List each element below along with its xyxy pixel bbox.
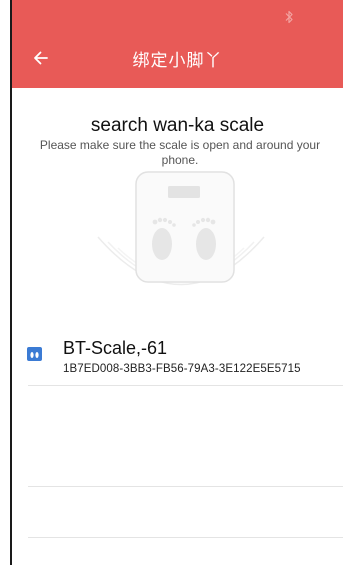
app-header: 绑定小脚丫 bbox=[12, 28, 343, 88]
device-list-item[interactable]: BT-Scale,-61 1B7ED008-3BB3-FB56-79A3-3E1… bbox=[12, 335, 343, 385]
list-divider bbox=[28, 486, 343, 487]
bluetooth-icon bbox=[285, 10, 293, 24]
device-name: BT-Scale,-61 bbox=[63, 338, 168, 358]
search-title: search wan-ka scale bbox=[90, 115, 265, 136]
list-divider bbox=[28, 385, 343, 386]
status-bar bbox=[12, 0, 343, 28]
scale-device-icon bbox=[27, 347, 42, 361]
scale-illustration bbox=[97, 171, 265, 286]
list-divider bbox=[28, 537, 343, 538]
page-title: 绑定小脚丫 bbox=[132, 51, 223, 70]
device-uuid: 1B7ED008-3BB3-FB56-79A3-3E122E5E5715 bbox=[63, 363, 301, 375]
